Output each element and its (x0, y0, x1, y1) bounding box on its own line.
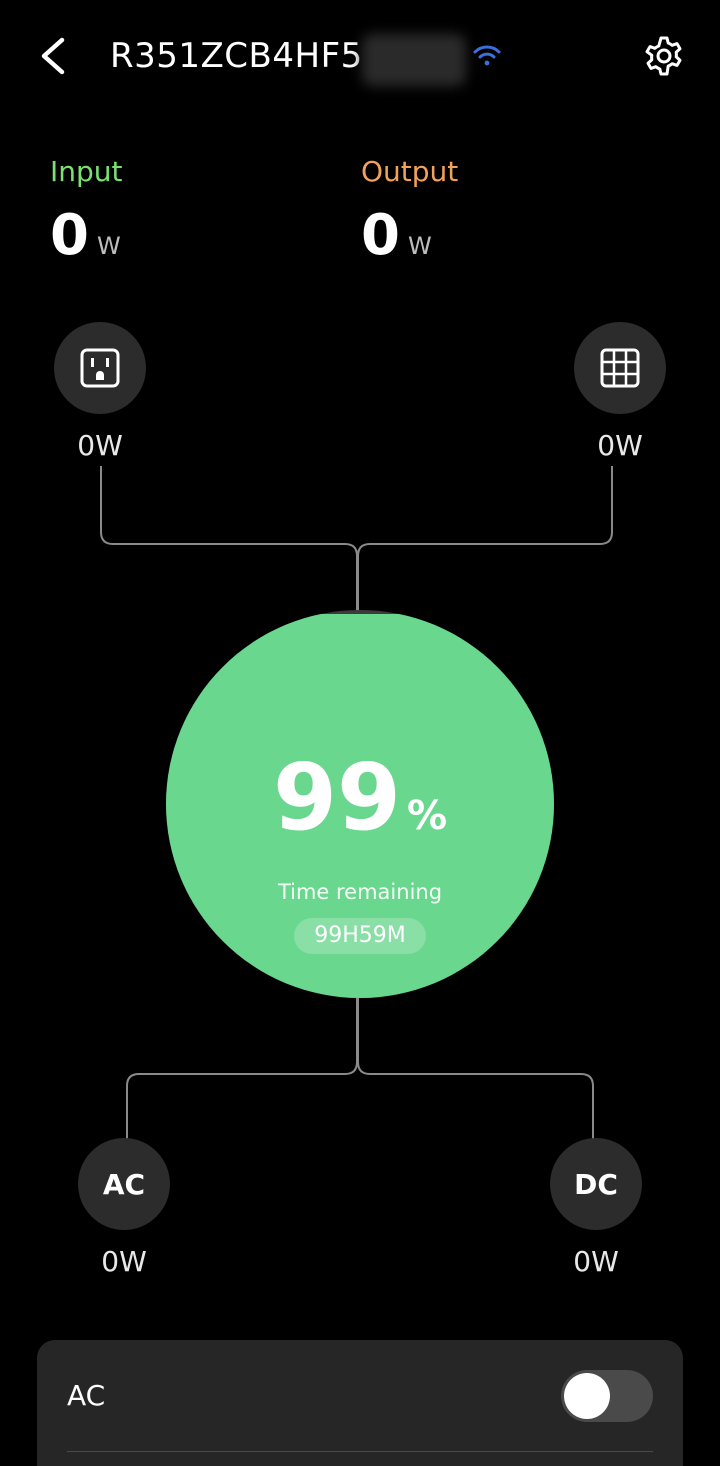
dc-output-value: 0W (573, 1245, 619, 1278)
power-outlet-icon (80, 348, 120, 388)
dc-output-label: DC (574, 1167, 618, 1201)
dc-output-node[interactable]: DC (550, 1138, 642, 1230)
ac-toggle[interactable] (561, 1370, 653, 1422)
ac-input-node[interactable] (54, 322, 146, 414)
ac-toggle-label: AC (67, 1379, 106, 1412)
solar-input-node[interactable] (574, 322, 666, 414)
battery-percent-unit: % (406, 793, 448, 839)
power-station-screen: R351ZCB4HF5 Input 0 W Output 0 W 0W 0W 9… (0, 0, 720, 1466)
battery-percent: 99 (272, 744, 401, 851)
solar-panel-icon (600, 348, 640, 388)
ac-input-value: 0W (77, 429, 123, 462)
ac-output-node[interactable]: AC (78, 1138, 170, 1230)
time-remaining-label: Time remaining (277, 880, 443, 904)
ac-output-label: AC (102, 1167, 146, 1201)
battery-gauge: 99 % Time remaining 99H59M (166, 610, 554, 998)
toggle-knob (564, 1373, 610, 1419)
controls-card: AC (37, 1340, 683, 1466)
divider (67, 1451, 653, 1452)
ac-output-value: 0W (101, 1245, 147, 1278)
time-remaining-value: 99H59M (294, 918, 426, 954)
solar-input-value: 0W (597, 429, 643, 462)
